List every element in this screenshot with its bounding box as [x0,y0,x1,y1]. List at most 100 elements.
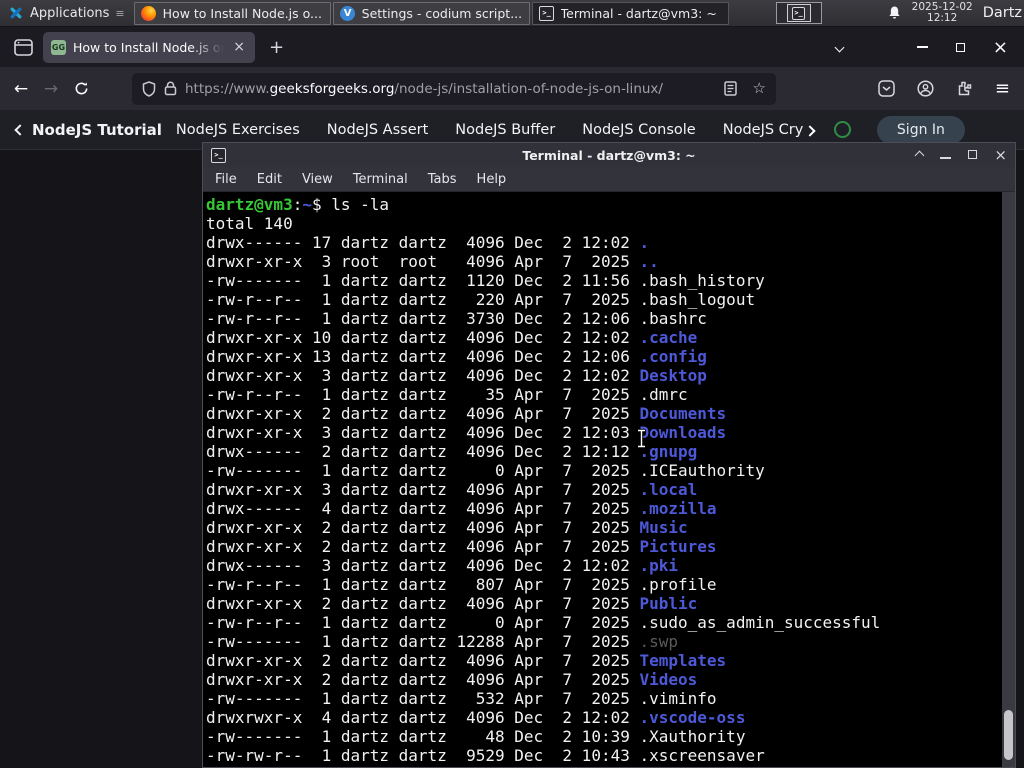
terminal-menu-file[interactable]: File [207,169,245,190]
bookmark-star-icon[interactable]: ☆ [753,81,766,96]
tab-close-icon[interactable]: × [231,39,247,55]
ls-name: .profile [639,575,717,594]
ls-row: -rw-r--r-- 1 dartz dartz 807 Apr 7 2025 … [206,575,1015,594]
app-menu-icon[interactable]: ≡ [995,78,1010,99]
terminal-icon: >_ [539,5,555,21]
terminal-title-bar[interactable]: >_ Terminal - dartz@vm3: ~ × [203,143,1015,167]
ls-meta: drwxr-xr-x 2 dartz dartz 4096 Apr 7 2025 [206,594,640,613]
notification-bell-icon[interactable] [887,5,902,21]
system-tray: 2025-12-02 12:12 Dartz [887,1,1024,24]
user-menu[interactable]: Dartz [983,5,1022,21]
ls-name: .viminfo [639,689,717,708]
sign-in-button[interactable]: Sign In [876,115,965,144]
ls-meta: -rw------- 1 dartz dartz 532 Apr 7 2025 [206,689,640,708]
new-tab-button[interactable]: + [269,37,284,58]
ls-name: .pki [639,556,679,575]
firefox-view-icon[interactable] [14,38,33,56]
ls-meta: drwxr-xr-x 2 dartz dartz 4096 Apr 7 2025 [206,651,640,670]
ls-name: .bash_history [639,271,765,290]
browser-tab-bar: GG How to Install Node.js on × + × [0,27,1024,67]
url-bar[interactable]: https://www.geeksforgeeks.org/node-js/in… [132,72,776,105]
ls-meta: -rw------- 1 dartz dartz 12288 Apr 7 202… [206,632,640,651]
ls-name: .local [639,480,698,499]
nav-link[interactable]: NodeJS Buffer [455,122,555,138]
reload-button[interactable] [66,81,96,96]
ls-row: -rw------- 1 dartz dartz 1120 Dec 2 11:5… [206,271,1015,290]
window-close-button[interactable]: × [993,37,1008,58]
lock-icon[interactable] [164,81,177,96]
ls-name: Documents [639,404,727,423]
terminal-menu-edit[interactable]: Edit [249,169,290,190]
url-text[interactable]: https://www.geeksforgeeks.org/node-js/in… [185,81,716,97]
nav-link[interactable]: NodeJS Console [582,122,696,138]
nav-back-tutorial[interactable]: NodeJS Tutorial [0,121,176,139]
browser-tab[interactable]: GG How to Install Node.js on × [43,31,255,63]
window-maximize-button[interactable] [955,42,965,52]
ls-row: drwxr-xr-x 3 root root 4096 Apr 7 2025 .… [206,252,1015,271]
ls-name: . [639,233,650,252]
ls-row: -rw-rw-r-- 1 dartz dartz 9529 Dec 2 10:4… [206,746,1015,765]
ls-row: -rw-r--r-- 1 dartz dartz 35 Apr 7 2025 .… [206,385,1015,404]
ls-name: Desktop [639,366,707,385]
prompt-cwd: ~ [302,195,312,214]
chevron-left-icon [14,123,26,136]
ls-name: Public [639,594,698,613]
ls-row: -rw------- 1 dartz dartz 0 Apr 7 2025 .I… [206,461,1015,480]
ls-name: .ICEauthority [639,461,765,480]
ls-row: drwxr-xr-x 2 dartz dartz 4096 Apr 7 2025… [206,404,1015,423]
terminal-menu-view[interactable]: View [294,169,341,190]
pocket-save-icon[interactable] [878,80,895,97]
ls-row: -rw-r--r-- 1 dartz dartz 3730 Dec 2 12:0… [206,309,1015,328]
ls-row: -rw-r--r-- 1 dartz dartz 0 Apr 7 2025 .s… [206,613,1015,632]
taskbar-button-label: Settings - codium script... [361,5,523,21]
ls-row: drwxr-xr-x 13 dartz dartz 4096 Dec 2 12:… [206,347,1015,366]
applications-menu-button[interactable]: Applications ≡ [0,0,133,26]
terminal-shade-button[interactable] [914,148,925,163]
ls-row: drwxr-xr-x 2 dartz dartz 4096 Apr 7 2025… [206,670,1015,689]
terminal-menu-tabs[interactable]: Tabs [420,169,465,190]
ls-name: .config [639,347,707,366]
account-icon[interactable] [917,80,934,97]
nav-link[interactable]: NodeJS Exercises [176,122,300,138]
desktop: Applications ≡ How to Install Node.js o.… [0,0,1024,768]
nav-link[interactable]: NodeJS Assert [327,122,429,138]
ls-name: Downloads [639,423,727,442]
workspace-pager[interactable]: >_ [775,2,822,24]
scrollbar-thumb[interactable] [1004,710,1013,760]
extensions-puzzle-icon[interactable] [956,80,973,97]
taskbar-button[interactable]: V Settings - codium script... [332,1,530,25]
taskbar-button[interactable]: >_ Terminal - dartz@vm3: ~ [531,1,729,25]
ls-meta: drwx------ 2 dartz dartz 4096 Dec 2 12:1… [206,442,640,461]
total-line: total 140 [206,214,293,233]
clock[interactable]: 2025-12-02 12:12 [912,1,973,24]
terminal-screen[interactable]: dartz@vm3:~$ ls -la total 140 drwx------ 1… [203,192,1015,767]
ls-row: drwx------ 17 dartz dartz 4096 Dec 2 12:… [206,233,1015,252]
shield-icon[interactable] [142,80,156,97]
nav-scroll-right-icon[interactable] [804,120,816,139]
terminal-menu-terminal[interactable]: Terminal [345,169,416,190]
taskbar-button-label: Terminal - dartz@vm3: ~ [560,5,717,21]
ls-meta: -rw-r--r-- 1 dartz dartz 0 Apr 7 2025 [206,613,640,632]
window-minimize-button[interactable] [916,46,928,48]
ls-meta: drwxr-xr-x 2 dartz dartz 4096 Apr 7 2025 [206,537,640,556]
ls-meta: drwxr-xr-x 10 dartz dartz 4096 Dec 2 12:… [206,328,640,347]
list-all-tabs-icon[interactable] [834,42,845,52]
mouse-cursor [636,429,647,448]
nav-link[interactable]: NodeJS Crypto [723,122,804,138]
back-button[interactable]: ← [6,79,36,99]
terminal-maximize-button[interactable] [968,148,978,163]
search-icon[interactable] [833,121,851,138]
terminal-menu-help[interactable]: Help [469,169,515,190]
terminal-minimize-button[interactable] [940,148,952,163]
terminal-close-button[interactable]: × [994,146,1007,164]
ls-row: drwxrwxr-x 4 dartz dartz 4096 Dec 2 12:0… [206,708,1015,727]
ls-name: .Xauthority [639,727,746,746]
ls-row: -rw------- 1 dartz dartz 48 Dec 2 10:39 … [206,727,1015,746]
reader-mode-icon[interactable] [723,81,737,96]
taskbar-button-label: How to Install Node.js o... [162,5,322,21]
taskbar-button[interactable]: How to Install Node.js o... [133,1,331,25]
applications-icon [8,5,24,21]
ls-meta: -rw------- 1 dartz dartz 0 Apr 7 2025 [206,461,640,480]
terminal-scrollbar[interactable] [1002,192,1015,767]
clock-time: 12:12 [927,12,958,24]
